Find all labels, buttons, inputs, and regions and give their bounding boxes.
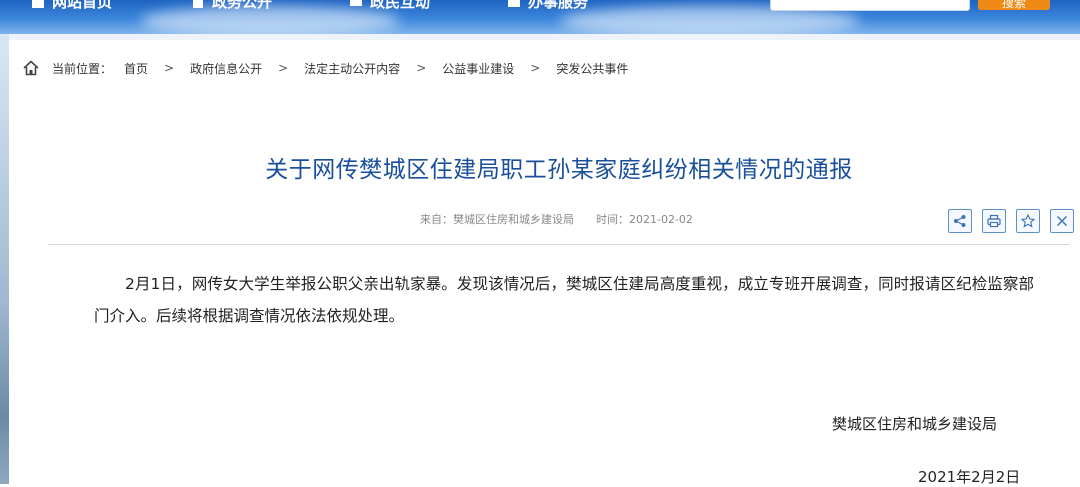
close-icon [1057,216,1067,226]
service-nav-icon [508,0,520,7]
breadcrumb-home[interactable]: 首页 [124,60,148,77]
breadcrumb-separator: > [278,61,289,75]
article-signature: 樊城区住房和城乡建设局 [832,415,998,433]
article-source: 来自：樊城区住房和城乡建设局 [420,213,574,226]
article-title: 关于网传樊城区住建局职工孙某家庭纠纷相关情况的通报 [265,157,853,183]
chat-nav-icon [350,0,362,6]
breadcrumb-separator: > [164,61,175,75]
nav-home[interactable]: 网站首页 [30,0,112,11]
breadcrumb: 当前位置： 首页 > 政府信息公开 > 法定主动公开内容 > 公益事业建设 > … [22,58,628,78]
breadcrumb-label: 当前位置： [52,61,113,76]
search-input[interactable] [770,0,970,11]
nav-services[interactable]: 办事服务 [506,0,588,11]
article-tools [948,209,1074,233]
article-time: 时间：2021-02-02 [596,213,693,226]
page-edge [0,34,9,484]
home-nav-icon [32,0,44,8]
header-rule [9,34,1080,40]
nav-services-label: 办事服务 [528,0,589,11]
close-button[interactable] [1050,209,1074,233]
breadcrumb-emergency[interactable]: 突发公共事件 [556,60,628,77]
title-divider [48,244,1070,245]
share-button[interactable] [948,209,972,233]
breadcrumb-gov-info[interactable]: 政府信息公开 [190,60,262,77]
star-icon [1021,214,1035,228]
nav-gov-info[interactable]: 政务公开 [190,0,272,11]
article-body: 2月1日，网传女大学生举报公职父亲出轨家暴。发现该情况后，樊城区住建局高度重视，… [94,268,1034,332]
nav-home-label: 网站首页 [52,0,113,11]
home-icon [23,60,39,76]
favorite-button[interactable] [1016,209,1040,233]
breadcrumb-statutory[interactable]: 法定主动公开内容 [304,60,400,77]
nav-interaction[interactable]: 政民互动 [348,0,430,11]
print-button[interactable] [982,209,1006,233]
breadcrumb-separator: > [530,61,541,75]
top-banner: 网站首页 政务公开 政民互动 办事服务 搜索 [0,0,1080,34]
print-icon [987,214,1001,228]
nav-gov-info-label: 政务公开 [212,0,273,11]
nav-interaction-label: 政民互动 [370,0,431,11]
article-paragraph: 2月1日，网传女大学生举报公职父亲出轨家暴。发现该情况后，樊城区住建局高度重视，… [94,275,1034,325]
share-icon [954,215,966,227]
document-nav-icon [193,0,203,8]
breadcrumb-separator: > [416,61,427,75]
search-button[interactable]: 搜索 [978,0,1050,10]
breadcrumb-public-welfare[interactable]: 公益事业建设 [442,60,514,77]
article-meta: 来自：樊城区住房和城乡建设局 时间：2021-02-02 [420,211,693,227]
search-button-label: 搜索 [1001,0,1026,10]
